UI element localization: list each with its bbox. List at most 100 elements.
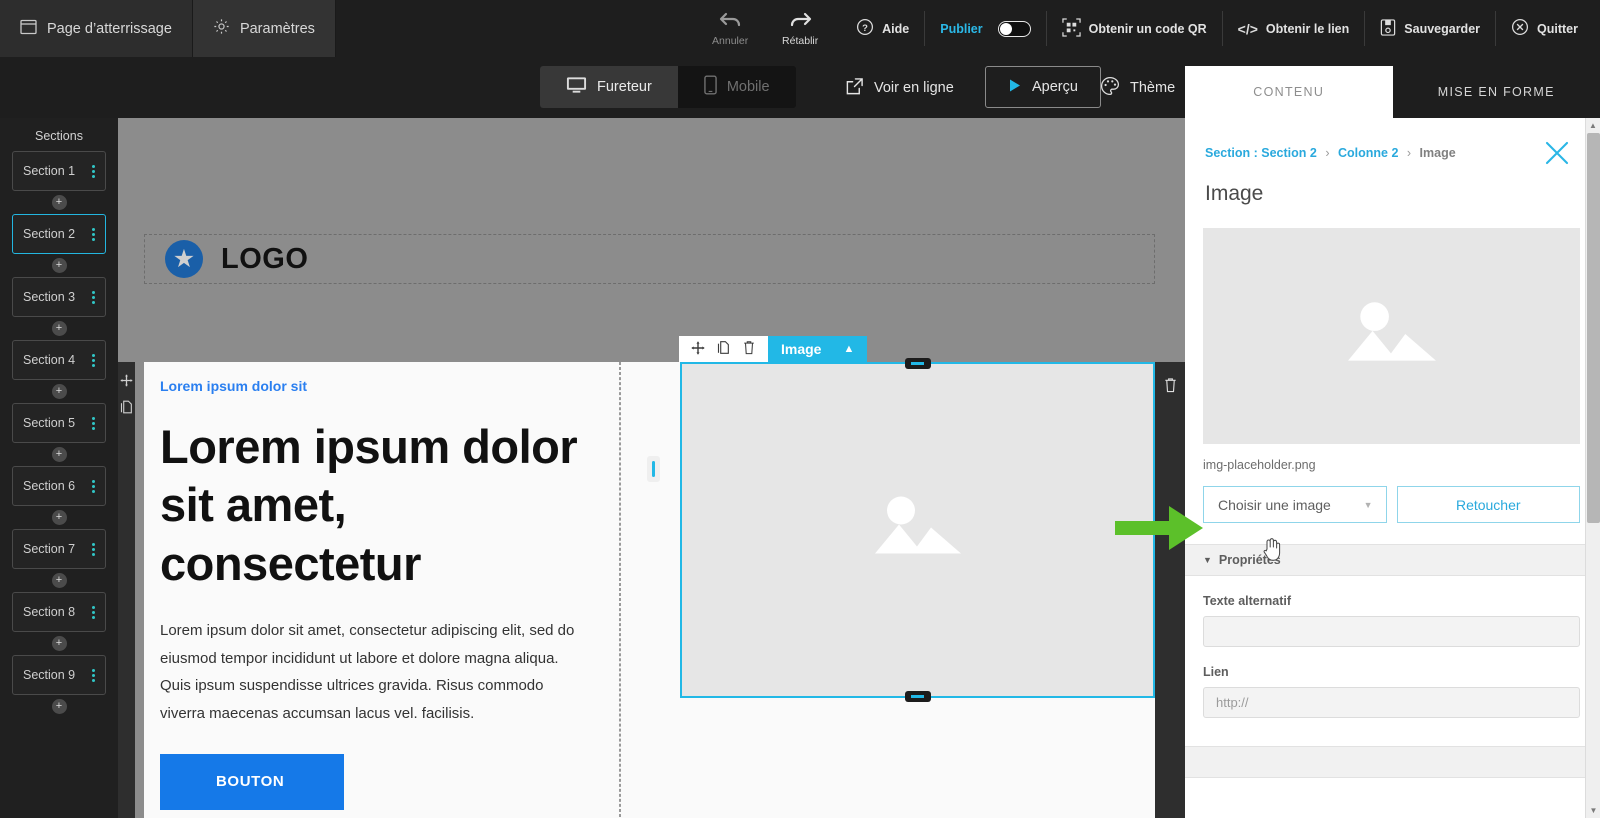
breadcrumb-column[interactable]: Colonne 2 [1338,146,1398,160]
tab-settings[interactable]: Paramètres [193,0,336,57]
top-toolbar-spacer [336,0,697,57]
save-button[interactable]: Sauvegarder [1365,0,1495,57]
preview-button[interactable]: Aperçu [985,66,1101,108]
sidebar-item-section-9[interactable]: Section 9 [12,655,106,695]
section-menu-icon[interactable] [92,543,95,556]
top-toolbar-left: Page d’atterrissage Paramètres [0,0,336,57]
column-resize-handle[interactable] [647,456,660,482]
duplicate-icon[interactable] [717,340,730,358]
sidebar-item-section-8[interactable]: Section 8 [12,592,106,632]
image-preview[interactable] [1203,228,1580,444]
column-1[interactable]: Lorem ipsum dolor sit Lorem ipsum dolor … [144,362,620,818]
add-section-row: + [0,380,118,403]
publish-label: Publier [940,22,982,36]
section-menu-icon[interactable] [92,228,95,241]
panel-scrollbar[interactable]: ▲ ▼ [1585,118,1600,818]
undo-button[interactable]: Annuler [697,0,763,57]
image-placeholder-icon [873,492,963,569]
palette-icon [1100,76,1120,100]
device-desktop-button[interactable]: Fureteur [540,66,678,108]
quit-button[interactable]: Quitter [1496,0,1600,57]
section-menu-icon[interactable] [92,354,95,367]
section-label: Section 7 [23,542,75,556]
add-section-row: + [0,317,118,340]
qr-code-button[interactable]: Obtenir un code QR [1047,0,1222,57]
section-menu-icon[interactable] [92,480,95,493]
logo-text: LOGO [221,243,308,276]
widget-type-label: Image [781,341,821,357]
publish-toggle-group[interactable]: Publier [925,0,1045,57]
choose-image-dropdown[interactable]: Choisir une image ▼ [1203,486,1387,523]
sidebar-item-section-2[interactable]: Section 2 [12,214,106,254]
page-icon [20,19,37,39]
move-icon[interactable] [691,341,705,358]
section-menu-icon[interactable] [92,417,95,430]
chevron-up-icon[interactable]: ▲ [843,343,854,355]
logo-section[interactable]: ★ LOGO [144,234,1155,284]
sidebar-item-section-1[interactable]: Section 1 [12,151,106,191]
tab-landing-page[interactable]: Page d’atterrissage [0,0,193,57]
section-menu-icon[interactable] [92,291,95,304]
trash-icon[interactable] [742,340,756,358]
sidebar-item-section-3[interactable]: Section 3 [12,277,106,317]
section-label: Section 1 [23,164,75,178]
resize-handle-top[interactable] [905,358,931,369]
view-online-button[interactable]: Voir en ligne [845,68,954,108]
sidebar-item-section-4[interactable]: Section 4 [12,340,106,380]
redo-button[interactable]: Rétablir [767,0,833,57]
add-section-button[interactable]: + [52,195,67,210]
move-icon[interactable] [120,374,133,390]
top-toolbar-right: Annuler Rétablir ? Aide Publier [697,0,1600,57]
link-input[interactable]: http:// [1203,687,1580,718]
add-section-button[interactable]: + [52,321,67,336]
widget-type-button[interactable]: Image ▲ [768,336,867,362]
theme-button[interactable]: Thème [1100,68,1175,108]
section-menu-icon[interactable] [92,165,95,178]
add-section-row: + [0,695,118,718]
breadcrumb-separator: › [1325,146,1329,160]
undo-icon [718,11,743,32]
cta-button[interactable]: BOUTON [160,754,344,810]
add-section-button[interactable]: + [52,258,67,273]
breadcrumb-section[interactable]: Section : Section 2 [1205,146,1317,160]
add-section-button[interactable]: + [52,384,67,399]
add-section-button[interactable]: + [52,573,67,588]
image-widget-selected[interactable] [680,362,1155,698]
add-section-button[interactable]: + [52,510,67,525]
device-desktop-label: Fureteur [597,79,652,95]
duplicate-icon[interactable] [120,400,133,417]
properties-label: Propriétés [1219,553,1281,567]
tab-contenu[interactable]: CONTENU [1185,66,1393,118]
device-mobile-label: Mobile [727,79,770,95]
section-menu-icon[interactable] [92,669,95,682]
tab-mise-en-forme[interactable]: MISE EN FORME [1393,66,1600,118]
sidebar-item-section-5[interactable]: Section 5 [12,403,106,443]
image-style-section-header[interactable]: Style de l’image [1185,746,1600,778]
breadcrumb: Section : Section 2 › Colonne 2 › Image [1185,118,1600,160]
section-menu-icon[interactable] [92,606,95,619]
scrollbar-thumb[interactable] [1587,133,1600,523]
get-link-button[interactable]: </> Obtenir le lien [1223,0,1365,57]
properties-section-header[interactable]: ▼ Propriétés [1185,544,1600,576]
close-panel-button[interactable] [1544,140,1570,166]
alt-text-input[interactable] [1203,616,1580,647]
retouch-button[interactable]: Retoucher [1397,486,1581,523]
scroll-up-arrow-icon[interactable]: ▲ [1586,118,1600,133]
sections-panel-title: Sections [0,118,118,151]
publish-toggle[interactable] [998,21,1031,37]
sidebar-item-section-6[interactable]: Section 6 [12,466,106,506]
add-section-button[interactable]: + [52,447,67,462]
device-mobile-button[interactable]: Mobile [678,66,796,108]
section-label: Section 5 [23,416,75,430]
sidebar-item-section-7[interactable]: Section 7 [12,529,106,569]
help-button[interactable]: ? Aide [841,0,924,57]
section-label: Section 8 [23,605,75,619]
add-section-button[interactable]: + [52,636,67,651]
page-canvas[interactable]: ★ LOGO + Ajouter une s Lorem ipsum dolor… [118,118,1185,818]
widget-toolbar-icons [679,336,768,362]
trash-icon[interactable] [1163,377,1178,397]
scroll-down-arrow-icon[interactable]: ▼ [1586,803,1600,818]
chevron-down-icon: ▼ [1364,500,1373,510]
resize-handle-bottom[interactable] [905,691,931,702]
add-section-button[interactable]: + [52,699,67,714]
